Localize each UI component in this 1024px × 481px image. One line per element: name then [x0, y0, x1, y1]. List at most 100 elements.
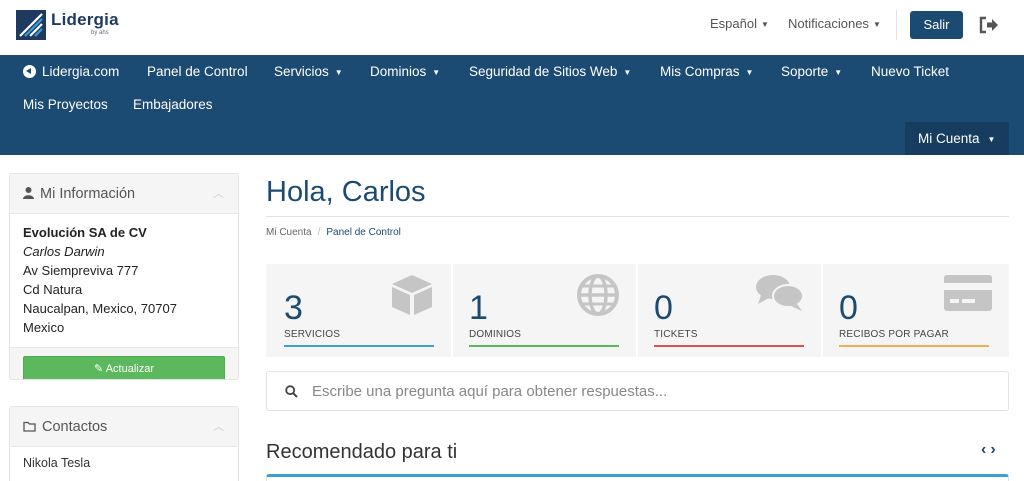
address-line-2: Cd Natura: [23, 282, 83, 297]
contacts-title: Contactos: [42, 419, 108, 435]
arrow-circle-left-icon: [23, 65, 36, 78]
update-footer: ✎ Actualizar: [10, 347, 238, 379]
stat-value: 3: [284, 289, 303, 327]
main-navbar: Lidergia.com Panel de Control Servicios ▼…: [0, 55, 1024, 155]
contact-item[interactable]: Nikola Tesla: [10, 447, 238, 479]
brand-name: Lidergia: [51, 10, 119, 29]
nav-item-mis-proyectos[interactable]: Mis Proyectos: [23, 97, 108, 112]
kb-search-input[interactable]: Escribe una pregunta aquí para obtener r…: [266, 371, 1009, 411]
address-line-1: Av Siempreviva 777: [23, 263, 139, 278]
language-label: Español: [710, 16, 757, 31]
language-dropdown[interactable]: Español ▼: [710, 16, 769, 31]
stat-tile-dominios[interactable]: 1 DOMINIOS: [451, 264, 636, 357]
nav-item-label: Seguridad de Sitios Web: [469, 64, 618, 79]
tile-separator: [821, 264, 823, 357]
stat-value: 1: [469, 289, 488, 327]
sign-out-icon[interactable]: [979, 16, 999, 34]
caret-down-icon: ▼: [760, 20, 769, 29]
account-label: Mi Cuenta: [918, 131, 980, 146]
title-divider: [266, 216, 1009, 217]
stat-label: RECIBOS POR PAGAR: [839, 329, 949, 340]
recommended-title: Recomendado para ti: [266, 441, 458, 463]
update-button[interactable]: ✎ Actualizar: [23, 356, 225, 379]
box-icon: [392, 275, 432, 315]
nav-item-servicios[interactable]: Servicios ▼: [274, 64, 343, 79]
stat-underline: [839, 345, 989, 347]
my-info-body: Evolución SA de CV Carlos Darwin Av Siem…: [10, 214, 238, 347]
nav-item-label: Soporte: [781, 64, 829, 79]
stat-value: 0: [654, 289, 673, 327]
stat-tile-servicios[interactable]: 3 SERVICIOS: [266, 264, 451, 357]
logo-mark-icon: [16, 10, 46, 40]
breadcrumb: Mi Cuenta / Panel de Control: [266, 227, 401, 238]
caret-down-icon: ▼: [834, 68, 843, 77]
caret-down-icon: ▼: [623, 68, 632, 77]
nav-item-label: Embajadores: [133, 97, 213, 112]
nav-item-label: Mis Proyectos: [23, 97, 108, 112]
contact-name: Nikola Tesla: [23, 456, 91, 470]
stat-value: 0: [839, 289, 858, 327]
caret-down-icon: ▼: [745, 68, 754, 77]
nav-item-panel-de-control[interactable]: Panel de Control: [147, 64, 248, 79]
chevron-up-icon[interactable]: ︿: [213, 174, 224, 214]
chevron-up-icon[interactable]: ︿: [213, 407, 224, 447]
tile-separator: [451, 264, 453, 357]
nav-item-dominios[interactable]: Dominios ▼: [370, 64, 440, 79]
stat-label: TICKETS: [654, 329, 698, 340]
notifications-label: Notificaciones: [788, 16, 869, 31]
breadcrumb-separator: /: [317, 227, 321, 238]
nav-item-label: Nuevo Ticket: [871, 64, 950, 79]
account-dropdown[interactable]: Mi Cuenta ▼: [905, 122, 1009, 155]
nav-item-label: Mis Compras: [660, 64, 740, 79]
site-header: Lidergia by ahs Español ▼ Notificaciones ▼…: [0, 0, 1024, 55]
stat-tile-recibos[interactable]: 0 RECIBOS POR PAGAR: [821, 264, 1009, 357]
caret-down-icon: ▼: [987, 135, 996, 144]
pencil-icon: ✎: [94, 363, 104, 375]
carousel-arrows: ‹›: [981, 441, 1000, 459]
logout-button[interactable]: Salir: [910, 11, 963, 39]
nav-item-home[interactable]: Lidergia.com: [23, 64, 119, 79]
page-title: Hola, Carlos: [266, 176, 426, 208]
credit-card-icon: [944, 275, 992, 311]
nav-item-nuevo-ticket[interactable]: Nuevo Ticket: [871, 64, 949, 79]
company-name: Evolución SA de CV: [23, 225, 147, 240]
stat-label: DOMINIOS: [469, 329, 522, 340]
caret-down-icon: ▼: [432, 68, 441, 77]
stats-tiles: 3 SERVICIOS 1 DOMINIOS 0 TICKETS 0 RECIB…: [266, 264, 1009, 357]
contacts-panel: Contactos ︿ Nikola Tesla: [9, 406, 239, 481]
update-label: Actualizar: [105, 363, 154, 375]
search-icon: [285, 385, 298, 398]
recommended-panel: [266, 474, 1009, 481]
stat-label: SERVICIOS: [284, 329, 341, 340]
nav-item-mis-compras[interactable]: Mis Compras ▼: [660, 64, 753, 79]
my-info-title: Mi Información: [40, 186, 136, 202]
caret-down-icon: ▼: [334, 68, 343, 77]
contacts-header[interactable]: Contactos ︿: [10, 407, 238, 447]
contact-person: Carlos Darwin: [23, 244, 105, 259]
address-country: Mexico: [23, 320, 65, 335]
header-divider: [896, 10, 897, 40]
brand-logo[interactable]: Lidergia by ahs: [16, 10, 119, 42]
nav-item-embajadores[interactable]: Embajadores: [133, 97, 213, 112]
stat-underline: [469, 345, 619, 347]
caret-down-icon: ▼: [872, 20, 881, 29]
chevron-right-icon[interactable]: ›: [990, 441, 999, 458]
nav-home-label: Lidergia.com: [42, 64, 120, 79]
nav-item-seguridad[interactable]: Seguridad de Sitios Web ▼: [469, 64, 631, 79]
breadcrumb-current: Panel de Control: [326, 227, 401, 238]
address-line-3: Naucalpan, Mexico, 70707: [23, 301, 177, 316]
notifications-dropdown[interactable]: Notificaciones ▼: [788, 16, 881, 31]
comments-icon: [756, 275, 804, 311]
my-info-header[interactable]: Mi Información ︿: [10, 174, 238, 214]
tile-separator: [636, 264, 638, 357]
nav-item-label: Panel de Control: [147, 64, 248, 79]
breadcrumb-root[interactable]: Mi Cuenta: [266, 227, 312, 238]
folder-icon: [23, 421, 36, 432]
stat-tile-tickets[interactable]: 0 TICKETS: [636, 264, 821, 357]
globe-icon: [577, 274, 619, 316]
chevron-left-icon[interactable]: ‹: [981, 441, 990, 458]
brand-subtitle: by ahs: [91, 30, 109, 36]
nav-item-label: Dominios: [370, 64, 427, 79]
stat-underline: [654, 345, 804, 347]
nav-item-soporte[interactable]: Soporte ▼: [781, 64, 842, 79]
